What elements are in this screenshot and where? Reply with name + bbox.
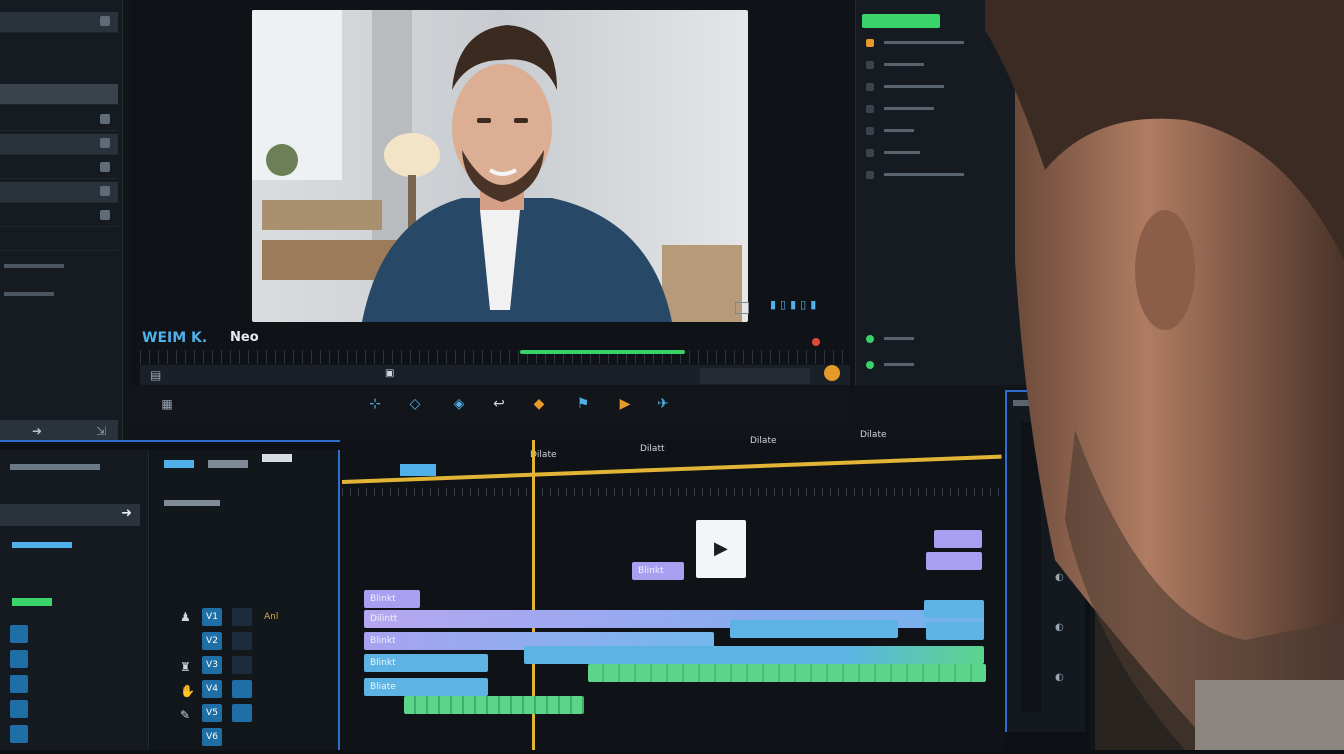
- media-row[interactable]: [0, 206, 118, 227]
- text-placeholder: [12, 542, 72, 548]
- list-icon[interactable]: ▦: [158, 395, 176, 413]
- clip-icon: [100, 186, 110, 196]
- time-ruler[interactable]: [140, 350, 850, 364]
- mark-in-icon[interactable]: ▣: [385, 368, 394, 379]
- video-preview[interactable]: [252, 10, 748, 322]
- media-row[interactable]: [0, 230, 118, 251]
- track-toggle[interactable]: [10, 650, 28, 668]
- play-button[interactable]: ▶: [696, 520, 746, 578]
- track-target-v4[interactable]: V4: [202, 680, 222, 698]
- clip-icon: [100, 210, 110, 220]
- project-tag: Neo: [230, 330, 259, 345]
- track-sync[interactable]: [232, 680, 252, 698]
- menu-icon[interactable]: ▤: [150, 368, 161, 382]
- track-toggle[interactable]: [10, 700, 28, 718]
- track-toggle[interactable]: [10, 725, 28, 743]
- project-title: WEIM K.: [142, 330, 208, 346]
- clip[interactable]: [730, 620, 898, 638]
- sidebar-row-selected[interactable]: ➜: [0, 504, 140, 526]
- in-out-range[interactable]: [400, 464, 436, 476]
- clip[interactable]: [924, 600, 984, 618]
- clip-icon: [100, 138, 110, 148]
- ruler-label: Dilate: [860, 430, 887, 440]
- text-placeholder: [164, 500, 220, 506]
- clip[interactable]: Bliate: [364, 678, 488, 696]
- record-indicator-icon: [812, 338, 820, 346]
- text-placeholder: [208, 460, 248, 468]
- track-toggle[interactable]: [10, 625, 28, 643]
- status-label: [12, 598, 52, 606]
- text-placeholder: [164, 460, 194, 468]
- work-area-bar[interactable]: [341, 454, 1002, 484]
- track-sync[interactable]: [232, 656, 252, 674]
- clip[interactable]: Blinkt: [364, 590, 420, 608]
- play-icon: ▶: [714, 538, 728, 559]
- speaker-icon[interactable]: ♜: [180, 660, 191, 674]
- active-effect-bar[interactable]: [862, 14, 940, 28]
- transport-bar: ▤ ▣: [140, 365, 850, 387]
- timecode-field[interactable]: [700, 368, 810, 384]
- text-placeholder: [10, 464, 100, 470]
- track-toggle[interactable]: [10, 675, 28, 693]
- ruler-label: Dilatt: [640, 444, 665, 454]
- playback-progress: [520, 350, 685, 354]
- media-row[interactable]: [0, 110, 118, 131]
- track-target-v3[interactable]: V3: [202, 656, 222, 674]
- media-row[interactable]: [0, 182, 118, 203]
- media-row[interactable]: [0, 12, 118, 33]
- track-target-v1[interactable]: V1: [202, 608, 222, 626]
- person-silhouette: [985, 0, 1344, 750]
- track-label: Anl: [264, 612, 279, 622]
- settings-icon[interactable]: [824, 365, 840, 381]
- arrow-right-icon[interactable]: ➜: [121, 506, 132, 521]
- clip-icon: [100, 162, 110, 172]
- lock-icon[interactable]: ♟: [180, 610, 191, 624]
- clip-icon: [100, 114, 110, 124]
- person-video-frame: [252, 10, 748, 322]
- pen-icon[interactable]: ✎: [180, 708, 190, 722]
- media-row-selected[interactable]: [0, 84, 118, 105]
- arrow-right-icon[interactable]: ➜: [32, 424, 42, 438]
- edit-toolbar: ▦ ⊹ ◇ ◈ ↩ ◆ ⚑ ▶ ✈: [130, 385, 850, 423]
- folder-icon: [100, 16, 110, 26]
- track-sync[interactable]: [232, 632, 252, 650]
- clip[interactable]: [926, 622, 984, 640]
- audio-clip[interactable]: [404, 696, 584, 714]
- track-sync[interactable]: [232, 704, 252, 722]
- timeline-ruler[interactable]: [342, 488, 1002, 496]
- track-target-v2[interactable]: V2: [202, 632, 222, 650]
- fullscreen-icon[interactable]: [735, 302, 749, 314]
- timeline-sidebar: ➜: [0, 450, 149, 750]
- media-browser-panel: ➜ ⇲: [0, 0, 123, 445]
- track-sync[interactable]: [232, 608, 252, 626]
- clip[interactable]: Blinkt: [364, 654, 488, 672]
- track-headers: ♟ V1 Anl V2 ♜ V3 ✋ V4 ✎ V5 V6: [150, 450, 340, 750]
- marker-icon[interactable]: ◆: [530, 395, 548, 413]
- foreground-person: [985, 0, 1344, 750]
- clip[interactable]: [934, 530, 982, 548]
- clip[interactable]: [926, 552, 982, 570]
- track-target-v5[interactable]: V5: [202, 704, 222, 722]
- hand-icon[interactable]: ✋: [180, 684, 195, 698]
- audio-clip[interactable]: [588, 664, 986, 682]
- text-placeholder: [4, 292, 54, 296]
- trim-icon[interactable]: ✈: [654, 395, 672, 413]
- audio-meter-icon: ▮▯▮▯▮: [770, 298, 821, 311]
- ripple-edit-icon[interactable]: ↩: [490, 395, 508, 413]
- clip[interactable]: [524, 646, 984, 664]
- expand-icon[interactable]: ⇲: [96, 424, 106, 438]
- clip[interactable]: Blinkt: [632, 562, 684, 580]
- track-target-v6[interactable]: V6: [202, 728, 222, 746]
- flag-icon[interactable]: ⚑: [574, 395, 592, 413]
- play-forward-icon[interactable]: ▶: [616, 395, 634, 413]
- snap-icon[interactable]: ⊹: [366, 395, 384, 413]
- media-row[interactable]: [0, 158, 118, 179]
- select-tool-icon[interactable]: ◈: [450, 395, 468, 413]
- timeline-tracks: Dilate Dilatt Dilate Dilate ▶ Blinkt Bli…: [340, 430, 1005, 750]
- ruler-label: Dilate: [750, 436, 777, 446]
- media-row[interactable]: [0, 134, 118, 155]
- razor-icon[interactable]: ◇: [406, 395, 424, 413]
- text-placeholder: [262, 454, 292, 462]
- text-placeholder: [4, 264, 64, 268]
